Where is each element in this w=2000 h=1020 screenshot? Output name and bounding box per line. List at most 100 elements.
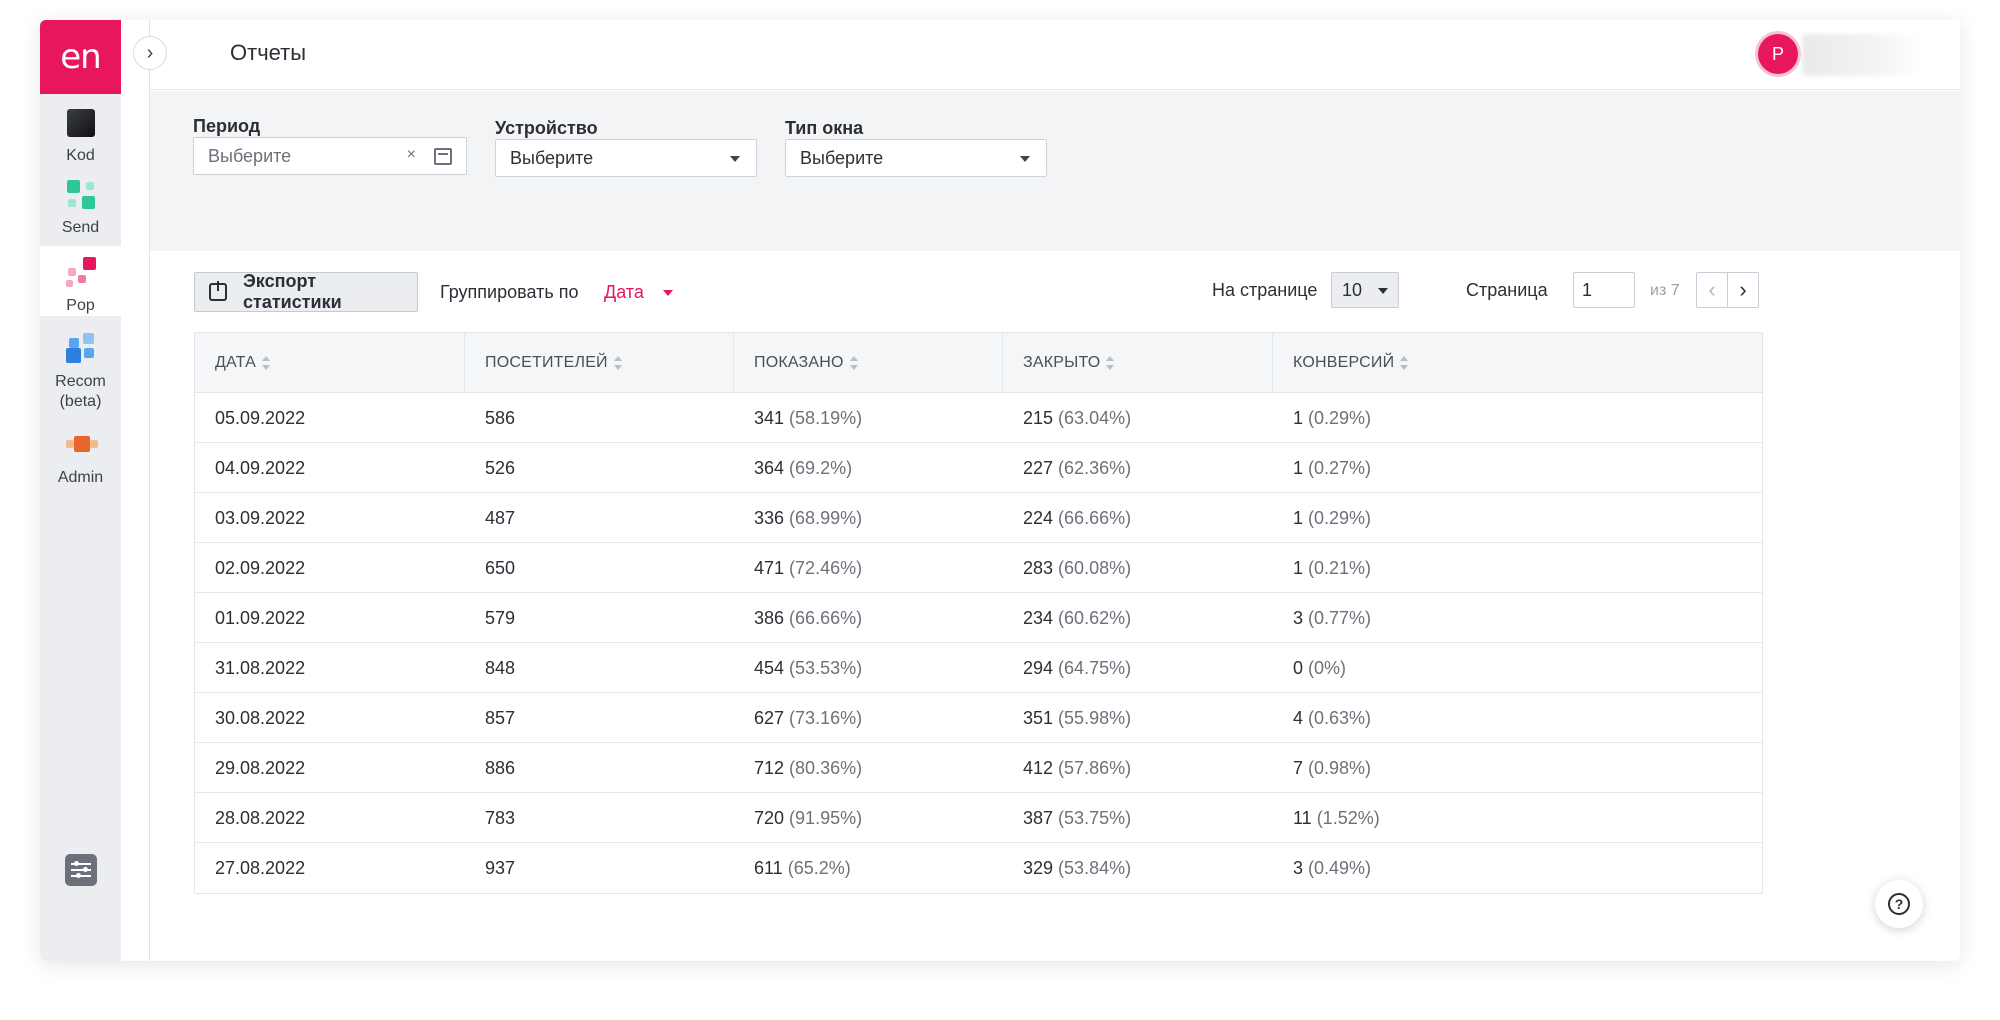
table-cell-visitors: 857 — [465, 693, 515, 743]
sidebar-item-send[interactable]: Send — [40, 172, 121, 238]
table-row: 28.08.2022 783 720 (91.95%) 387 (53.75%) 11 (1.… — [195, 793, 1762, 843]
clear-icon[interactable]: × — [407, 146, 416, 164]
sidebar-item-recom[interactable]: Recom (beta) — [40, 326, 121, 416]
table-cell-conv: 1 (0.27%) — [1273, 443, 1371, 493]
table-cell-closed: 227 (62.36%) — [1003, 443, 1131, 493]
cell-percent: (80.36%) — [789, 757, 863, 778]
help-button[interactable]: ? — [1875, 880, 1923, 928]
cell-value: 4 — [1293, 707, 1304, 728]
page-label: Страница — [1466, 280, 1548, 300]
cell-percent: (0.77%) — [1308, 607, 1372, 628]
table-row: 03.09.2022 487 336 (68.99%) 224 (66.66%) 1 (0.2… — [195, 493, 1762, 543]
cell-percent: (66.66%) — [789, 607, 863, 628]
send-icon — [64, 178, 98, 212]
avatar[interactable]: P — [1758, 34, 1798, 74]
cell-percent: (60.08%) — [1058, 557, 1132, 578]
group-by-select[interactable]: Дата — [604, 282, 644, 303]
calendar-icon[interactable] — [434, 148, 452, 165]
device-select[interactable]: Выберите — [495, 139, 757, 177]
caret-down-icon — [1020, 156, 1030, 162]
sort-icon[interactable] — [1400, 356, 1410, 370]
cell-value: 04.09.2022 — [215, 457, 306, 478]
column-header-date[interactable]: ДАТА — [195, 333, 465, 393]
sidebar-item-label: Admin — [57, 469, 104, 486]
table-cell-closed: 224 (66.66%) — [1003, 493, 1131, 543]
table-cell-conv: 1 (0.29%) — [1273, 393, 1371, 443]
cell-value: 454 — [754, 657, 785, 678]
table-cell-visitors: 848 — [465, 643, 515, 693]
chevron-left-icon: ‹ — [1708, 277, 1716, 302]
prev-page-button[interactable]: ‹ — [1696, 272, 1728, 308]
brand-logo[interactable]: en — [40, 20, 121, 94]
cell-value: 611 — [754, 857, 783, 878]
cell-percent: (0.98%) — [1308, 757, 1372, 778]
table-cell-date: 29.08.2022 — [195, 743, 305, 793]
sidebar-item-label: Recom (beta) — [55, 373, 106, 410]
cell-value: 329 — [1023, 857, 1054, 878]
sort-icon[interactable] — [849, 356, 860, 370]
sidebar-item-admin[interactable]: Admin — [40, 424, 121, 490]
table-cell-date: 28.08.2022 — [195, 793, 305, 843]
table-cell-visitors: 526 — [465, 443, 515, 493]
cell-value: 227 — [1023, 457, 1054, 478]
table-row: 02.09.2022 650 471 (72.46%) 283 (60.08%) 1 (0.2… — [195, 543, 1762, 593]
cell-value: 886 — [485, 757, 516, 778]
cell-percent: (73.16%) — [789, 707, 863, 728]
column-header-visitors[interactable]: ПОСЕТИТЕЛЕЙ — [465, 333, 734, 393]
caret-down-icon[interactable] — [663, 290, 673, 296]
table-cell-conv: 3 (0.49%) — [1273, 843, 1371, 893]
cell-value: 848 — [485, 657, 516, 678]
cell-value: 627 — [754, 707, 785, 728]
table-cell-shown: 712 (80.36%) — [734, 743, 862, 793]
period-label: Период — [193, 116, 261, 136]
cell-percent: (68.99%) — [789, 507, 863, 528]
sidebar: en Kod Send Pop Recom (beta) Admin — [40, 20, 121, 961]
user-name-blurred[interactable] — [1802, 34, 1920, 76]
settings-sliders-icon[interactable] — [65, 854, 97, 886]
cell-value: 487 — [485, 507, 516, 528]
cell-percent: (1.52%) — [1316, 807, 1380, 828]
cell-value: 02.09.2022 — [215, 557, 306, 578]
cell-percent: (60.62%) — [1058, 607, 1132, 628]
sort-icon[interactable] — [261, 356, 272, 370]
period-field[interactable]: Выберите × — [193, 137, 467, 175]
device-label: Устройство — [495, 118, 598, 138]
cell-value: 712 — [754, 757, 785, 778]
sort-icon[interactable] — [613, 356, 624, 370]
table-cell-shown: 627 (73.16%) — [734, 693, 862, 743]
export-stats-button[interactable]: Экспорт статистики — [194, 271, 418, 312]
per-page-select[interactable]: 10 — [1331, 272, 1399, 308]
table-cell-date: 27.08.2022 — [195, 843, 305, 893]
cell-percent: (63.04%) — [1058, 407, 1132, 428]
cell-percent: (0.27%) — [1308, 457, 1372, 478]
next-page-button[interactable]: › — [1727, 272, 1759, 308]
column-header-shown[interactable]: ПОКАЗАНО — [734, 333, 1003, 393]
page-number-input[interactable] — [1573, 272, 1635, 308]
kod-icon — [64, 106, 98, 140]
sidebar-item-pop[interactable]: Pop — [40, 246, 121, 316]
cell-value: 11 — [1293, 807, 1312, 828]
cell-percent: (69.2%) — [789, 457, 853, 478]
sort-icon[interactable] — [1106, 356, 1116, 370]
table-cell-visitors: 579 — [465, 593, 515, 643]
table-cell-closed: 294 (64.75%) — [1003, 643, 1131, 693]
cell-value: 351 — [1023, 707, 1054, 728]
cell-percent: (58.19%) — [789, 407, 863, 428]
table-cell-shown: 364 (69.2%) — [734, 443, 852, 493]
cell-percent: (72.46%) — [789, 557, 863, 578]
table-cell-shown: 454 (53.53%) — [734, 643, 862, 693]
window-type-select[interactable]: Выберите — [785, 139, 1047, 177]
window-type-value: Выберите — [800, 147, 884, 168]
cell-value: 579 — [485, 607, 516, 628]
sidebar-item-kod[interactable]: Kod — [40, 100, 121, 166]
sidebar-toggle-button[interactable]: › — [133, 36, 167, 70]
table-cell-date: 03.09.2022 — [195, 493, 305, 543]
column-header-closed[interactable]: ЗАКРЫТО — [1003, 333, 1273, 393]
cell-percent: (91.95%) — [789, 807, 863, 828]
cell-value: 586 — [485, 407, 516, 428]
column-header-conversions[interactable]: КОНВЕРСИЙ — [1273, 333, 1542, 393]
device-value: Выберите — [510, 147, 594, 168]
table-cell-date: 30.08.2022 — [195, 693, 305, 743]
table-row: 04.09.2022 526 364 (69.2%) 227 (62.36%) 1 (0.27… — [195, 443, 1762, 493]
caret-down-icon — [1378, 288, 1388, 294]
